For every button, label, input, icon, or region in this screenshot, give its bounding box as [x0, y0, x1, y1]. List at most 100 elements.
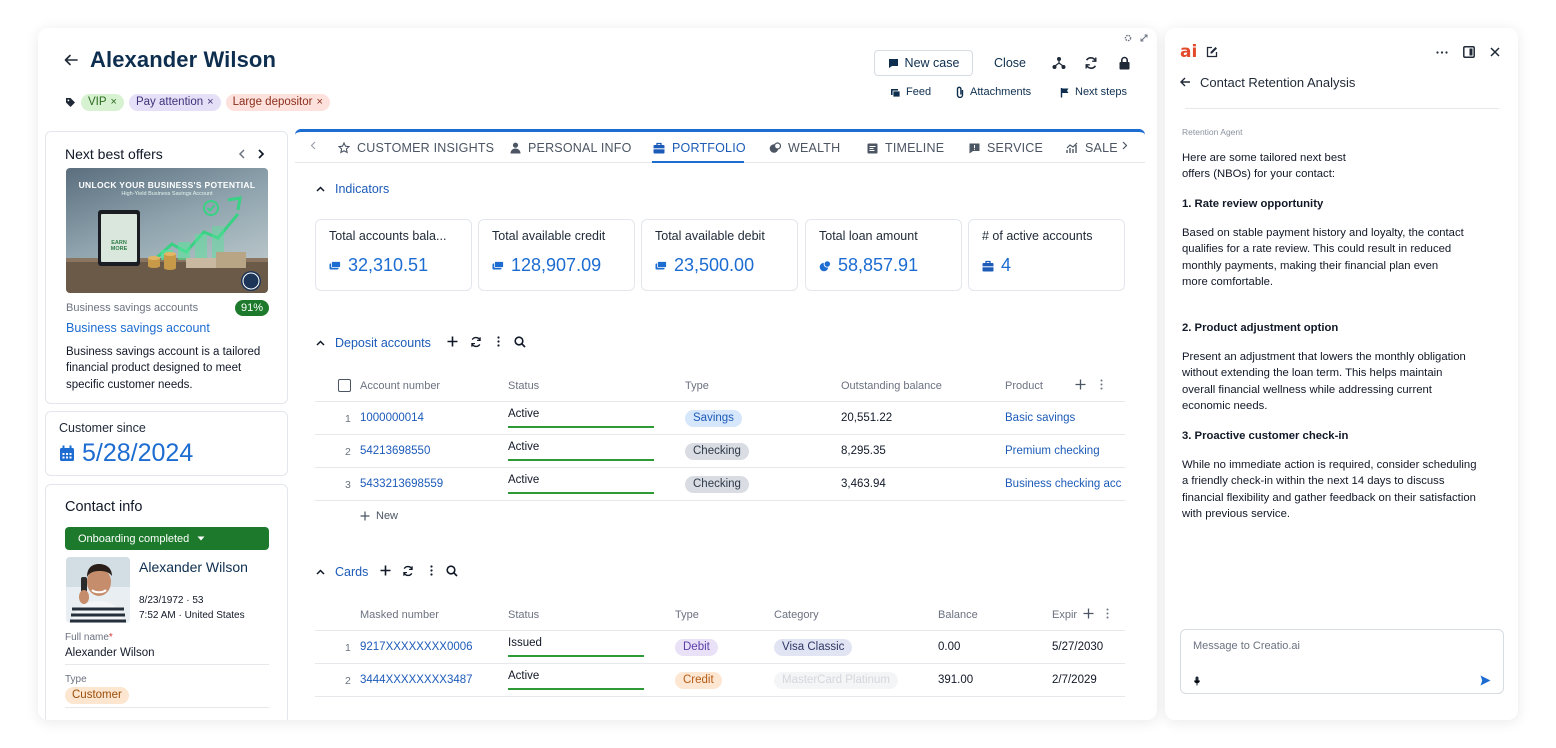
- indicators-header[interactable]: Indicators: [316, 182, 389, 196]
- settings-gear-icon[interactable]: [1123, 33, 1133, 43]
- tab-customer-insights[interactable]: CUSTOMER INSIGHTS: [338, 141, 494, 155]
- stage-label: Onboarding completed: [78, 532, 190, 545]
- column-header[interactable]: Expir: [1052, 609, 1077, 621]
- close-button[interactable]: Close: [986, 50, 1034, 76]
- required-mark: *: [108, 632, 113, 643]
- deposit-accounts-title[interactable]: Deposit accounts: [335, 336, 431, 350]
- column-header[interactable]: Status: [508, 609, 539, 621]
- calendar-icon: [60, 445, 74, 461]
- kpi-total-available-credit[interactable]: Total available credit 128,907.09: [478, 219, 635, 291]
- kpi-total-accounts-balance[interactable]: Total accounts bala... 32,310.51: [315, 219, 472, 291]
- contact-name[interactable]: Alexander Wilson: [139, 559, 249, 575]
- row-divider: [315, 663, 1125, 664]
- stage-dropdown[interactable]: Onboarding completed: [65, 527, 269, 550]
- refresh-icon[interactable]: [470, 336, 482, 348]
- column-header[interactable]: Category: [774, 609, 819, 621]
- search-icon[interactable]: [446, 565, 458, 577]
- message-composer[interactable]: Message to Creatio.ai: [1180, 629, 1504, 694]
- more-vertical-icon[interactable]: [497, 336, 500, 347]
- message-input-placeholder[interactable]: Message to Creatio.ai: [1193, 640, 1300, 652]
- type-badge: Savings: [685, 410, 742, 427]
- tab-wealth[interactable]: WEALTH: [769, 141, 840, 155]
- back-arrow-icon[interactable]: [63, 52, 79, 68]
- column-header[interactable]: Status: [508, 380, 539, 392]
- column-header[interactable]: Type: [675, 609, 699, 621]
- add-icon[interactable]: [447, 336, 458, 347]
- more-vertical-icon[interactable]: [1106, 608, 1109, 619]
- flag-icon: [1060, 87, 1069, 97]
- product-link[interactable]: Business checking acc: [1005, 478, 1125, 490]
- more-horizontal-icon[interactable]: [1436, 44, 1448, 60]
- account-number-link[interactable]: 54213698550: [360, 445, 430, 457]
- cards-title[interactable]: Cards: [335, 565, 368, 579]
- column-header[interactable]: Balance: [938, 609, 978, 621]
- column-header[interactable]: Product: [1005, 380, 1043, 392]
- more-vertical-icon[interactable]: [430, 565, 433, 576]
- tag-remove-icon[interactable]: ×: [207, 94, 213, 111]
- full-name-field[interactable]: Alexander Wilson: [65, 647, 154, 659]
- chevron-up-icon[interactable]: [316, 340, 325, 346]
- send-icon[interactable]: [1480, 675, 1491, 686]
- close-icon[interactable]: [1490, 44, 1500, 60]
- offer-promo-image[interactable]: UNLOCK YOUR BUSINESS'S POTENTIAL High-Yi…: [66, 168, 268, 293]
- tag-vip[interactable]: VIP ×: [81, 94, 124, 111]
- account-number-link[interactable]: 1000000014: [360, 412, 424, 424]
- chevron-right-icon[interactable]: [254, 147, 268, 161]
- tag-remove-icon[interactable]: ×: [316, 94, 322, 111]
- contact-local-time: 7:52 AM · United States: [139, 610, 245, 621]
- offer-link[interactable]: Business savings account: [66, 321, 210, 335]
- add-column-icon[interactable]: [1075, 379, 1086, 390]
- tab-sales[interactable]: SALE: [1066, 141, 1118, 155]
- tab-timeline[interactable]: TIMELINE: [867, 141, 944, 155]
- select-all-checkbox[interactable]: [338, 379, 351, 392]
- column-header[interactable]: Type: [685, 380, 709, 392]
- next-steps-link[interactable]: Next steps: [1060, 86, 1127, 98]
- search-icon[interactable]: [514, 336, 526, 348]
- expand-icon[interactable]: [1139, 33, 1149, 43]
- card-number-link[interactable]: 3444XXXXXXXX3487: [360, 674, 473, 686]
- money-icon: [655, 260, 667, 269]
- column-header[interactable]: Account number: [360, 380, 440, 392]
- new-case-button[interactable]: New case: [874, 50, 973, 76]
- row-divider: [315, 630, 1125, 631]
- lock-icon[interactable]: [1115, 54, 1133, 72]
- tabs-scroll-left-icon[interactable]: [310, 141, 316, 150]
- tab-portfolio[interactable]: PORTFOLIO: [653, 141, 746, 155]
- edit-icon[interactable]: [1206, 44, 1218, 60]
- feed-link[interactable]: Feed: [890, 86, 931, 98]
- kpi-total-loan-amount[interactable]: Total loan amount 58,857.91: [805, 219, 962, 291]
- more-vertical-icon[interactable]: [1100, 379, 1103, 390]
- refresh-icon[interactable]: [402, 565, 414, 577]
- refresh-icon[interactable]: [1082, 54, 1100, 72]
- new-record-button[interactable]: New: [360, 510, 398, 522]
- tab-personal-info[interactable]: PERSONAL INFO: [510, 141, 632, 155]
- chevron-up-icon[interactable]: [316, 569, 325, 575]
- add-icon[interactable]: [380, 565, 391, 576]
- dock-panel-icon[interactable]: [1463, 44, 1475, 60]
- product-link[interactable]: Premium checking: [1005, 445, 1100, 457]
- tabs-scroll-right-icon[interactable]: [1122, 141, 1128, 150]
- tag-remove-icon[interactable]: ×: [111, 94, 117, 111]
- tab-service[interactable]: SERVICE: [969, 141, 1043, 155]
- card-number-link[interactable]: 9217XXXXXXXX0006: [360, 641, 473, 653]
- kpi-total-available-debit[interactable]: Total available debit 23,500.00: [641, 219, 798, 291]
- tag-large-depositor[interactable]: Large depositor ×: [225, 94, 330, 111]
- product-link[interactable]: Basic savings: [1005, 412, 1075, 424]
- attachments-link[interactable]: Attachments: [955, 86, 1031, 98]
- type-value[interactable]: Customer: [65, 687, 129, 704]
- avatar[interactable]: [66, 557, 130, 623]
- indicators-title: Indicators: [335, 182, 390, 196]
- add-column-icon[interactable]: [1083, 608, 1094, 619]
- microphone-icon[interactable]: [1194, 676, 1200, 686]
- column-header[interactable]: Masked number: [360, 609, 439, 621]
- kpi-active-accounts[interactable]: # of active accounts 4: [968, 219, 1125, 291]
- active-tab-underline: [652, 161, 744, 163]
- chevron-left-icon[interactable]: [235, 147, 249, 161]
- kpi-label: Total loan amount: [819, 229, 918, 243]
- tag-pay-attention[interactable]: Pay attention ×: [128, 94, 221, 111]
- account-number-link[interactable]: 5433213698559: [360, 478, 443, 490]
- hierarchy-icon[interactable]: [1050, 54, 1068, 72]
- back-arrow-icon[interactable]: [1180, 77, 1191, 87]
- column-header[interactable]: Outstanding balance: [841, 380, 942, 392]
- kpi-value-row: 58,857.91: [819, 255, 918, 276]
